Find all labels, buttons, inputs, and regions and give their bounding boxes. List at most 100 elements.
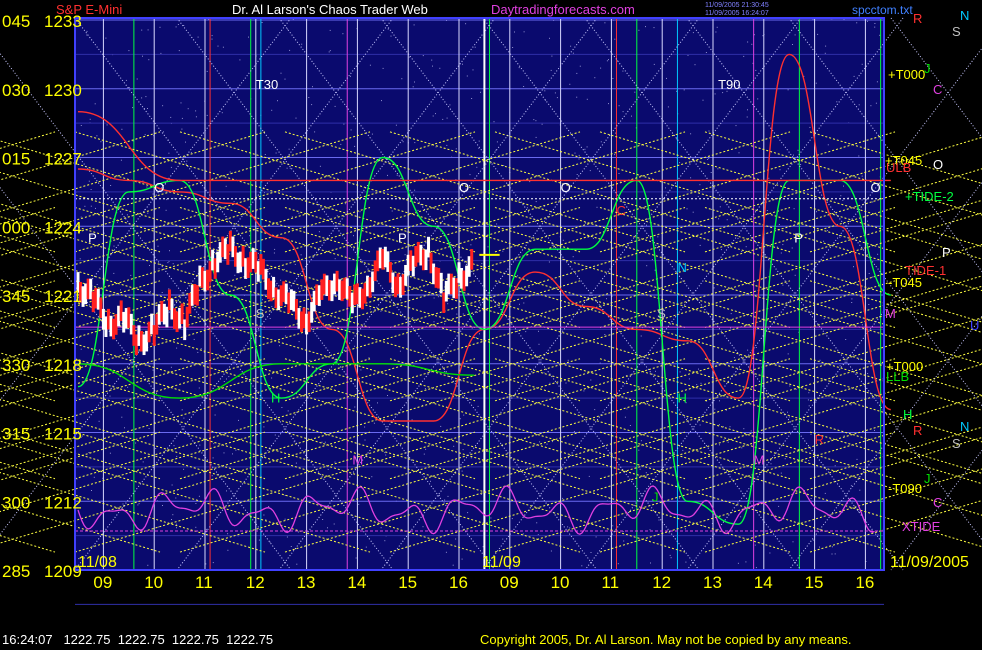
star	[843, 185, 844, 187]
chart-file: spcctom.txt	[852, 3, 913, 17]
star	[629, 425, 631, 426]
star	[506, 436, 508, 438]
star	[472, 69, 474, 71]
star	[867, 220, 868, 222]
star	[210, 120, 212, 122]
star	[212, 457, 214, 459]
star	[404, 254, 406, 256]
star	[572, 52, 574, 54]
star	[764, 405, 766, 407]
star	[144, 134, 146, 136]
star	[789, 385, 791, 387]
star	[177, 24, 179, 25]
x-tick-hour: 13	[297, 573, 316, 592]
star	[222, 46, 224, 48]
star	[640, 335, 642, 337]
star	[280, 279, 282, 281]
star	[387, 174, 388, 176]
star	[149, 265, 150, 266]
star	[529, 181, 531, 183]
star	[466, 75, 468, 77]
star	[872, 201, 874, 203]
star	[440, 425, 442, 427]
star	[658, 519, 660, 521]
star	[675, 138, 677, 140]
status-time: 16:24:07	[2, 632, 53, 647]
star	[329, 50, 331, 52]
star	[823, 318, 825, 320]
star	[364, 426, 366, 428]
star	[769, 552, 771, 554]
star	[435, 113, 436, 115]
star	[104, 370, 106, 372]
star	[682, 449, 684, 451]
star	[311, 104, 313, 106]
star	[596, 206, 598, 208]
plot-mark: P	[88, 230, 97, 245]
star	[757, 172, 759, 174]
star	[142, 55, 143, 57]
star	[125, 79, 127, 81]
star	[692, 211, 694, 213]
star	[644, 314, 646, 315]
star	[720, 249, 722, 251]
star	[696, 384, 698, 386]
star	[223, 381, 225, 382]
star	[93, 476, 95, 478]
star	[870, 105, 872, 107]
star	[176, 527, 177, 529]
status-open: 1222.75	[63, 632, 111, 647]
chart-site: Daytradingforecasts.com	[491, 2, 635, 17]
star	[741, 447, 743, 449]
star	[350, 75, 351, 77]
star	[318, 231, 320, 233]
x-tick-hour: 16	[449, 573, 468, 592]
star	[455, 219, 457, 221]
star	[217, 45, 219, 47]
star	[281, 407, 283, 408]
star	[787, 89, 789, 91]
right-label: M	[885, 306, 896, 321]
star	[399, 313, 401, 315]
star	[295, 462, 297, 464]
star	[546, 443, 548, 445]
star	[533, 119, 535, 121]
star	[197, 351, 199, 353]
star	[176, 347, 178, 349]
x-tick-hour: 16	[855, 573, 874, 592]
star	[792, 541, 794, 543]
star	[552, 441, 553, 443]
x-tick-hour: 09	[93, 573, 112, 592]
right-label: +TIDE-2	[905, 189, 954, 204]
star	[649, 529, 651, 531]
star	[461, 470, 463, 472]
plot-mark: S	[657, 306, 666, 321]
star	[145, 96, 147, 98]
star	[714, 93, 716, 95]
star	[853, 266, 854, 268]
star	[212, 562, 214, 564]
status-bar: 16:24:07 1222.75 1222.75 1222.75 1222.75	[2, 632, 273, 647]
star	[226, 490, 227, 492]
star	[746, 116, 748, 118]
star	[703, 525, 705, 527]
star	[227, 549, 229, 551]
star	[353, 248, 355, 250]
star	[686, 208, 688, 210]
star	[343, 123, 345, 125]
star	[678, 497, 680, 499]
star	[794, 34, 796, 36]
star	[477, 389, 479, 391]
star	[815, 82, 817, 84]
star	[481, 263, 483, 265]
plot-mark: H	[677, 391, 686, 406]
star	[462, 449, 464, 451]
star	[442, 118, 444, 120]
star	[787, 411, 788, 413]
star	[100, 141, 102, 143]
fan-line	[0, 358, 56, 376]
star	[88, 180, 90, 182]
status-low: 1222.75	[171, 632, 219, 647]
copyright-notice: Copyright 2005, Dr. Al Larson. May not b…	[480, 632, 852, 647]
star	[622, 70, 624, 72]
